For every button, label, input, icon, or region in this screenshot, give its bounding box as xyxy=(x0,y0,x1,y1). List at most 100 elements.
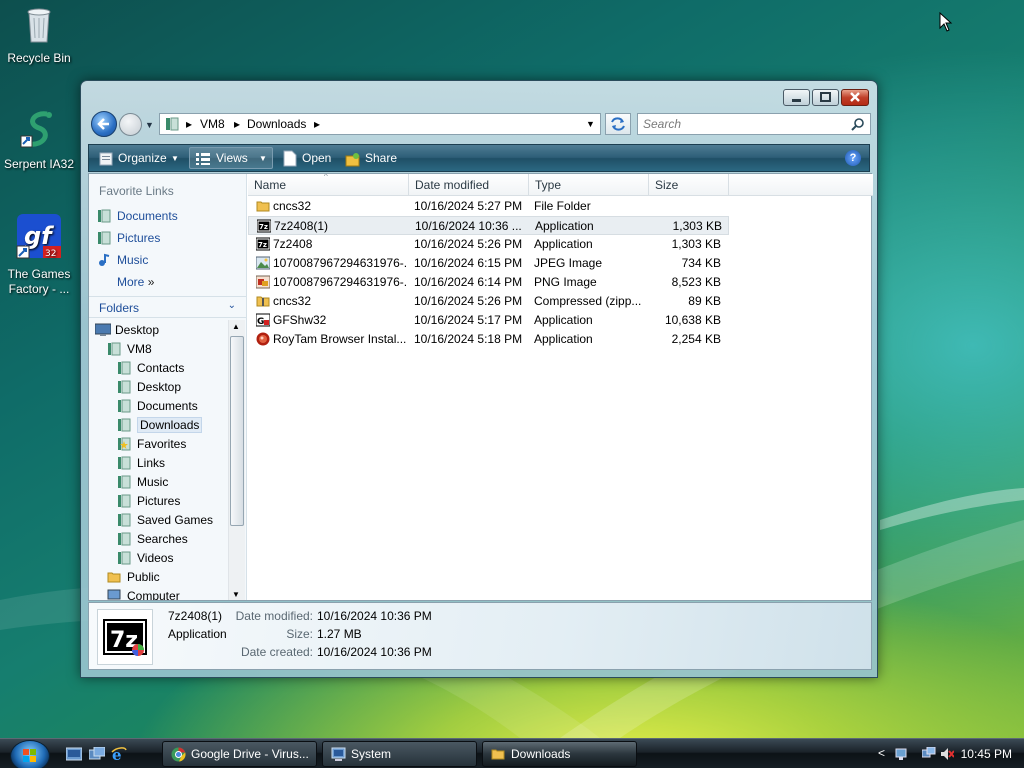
open-button[interactable]: Open xyxy=(302,151,331,165)
views-button[interactable]: Views xyxy=(216,151,248,165)
folder-icon xyxy=(117,399,131,413)
folder-tree-item[interactable]: VM8 xyxy=(107,340,152,359)
taskbar-button[interactable]: Downloads xyxy=(482,741,637,767)
mouse-cursor-icon xyxy=(939,12,953,32)
file-row[interactable]: cncs32 10/16/2024 5:27 PM File Folder xyxy=(248,197,729,216)
taskbar-button[interactable]: System xyxy=(322,741,477,767)
folder-tree-item[interactable]: Desktop xyxy=(94,321,159,340)
scroll-up-icon[interactable]: ▲ xyxy=(232,322,240,331)
folder-icon xyxy=(107,589,121,600)
folder-tree-item[interactable]: Links xyxy=(117,454,165,473)
folder-tree-label: Videos xyxy=(137,551,174,565)
file-name: 7z2408 xyxy=(273,237,313,251)
svg-text:32: 32 xyxy=(45,249,56,259)
views-dropdown-icon[interactable]: ▼ xyxy=(259,154,267,163)
folder-tree-item[interactable]: Saved Games xyxy=(117,511,213,530)
folder-tree-item[interactable]: Downloads xyxy=(117,416,203,435)
folders-header[interactable]: Folders ⌄ xyxy=(89,296,246,318)
column-header-type[interactable]: Type xyxy=(529,174,649,196)
taskbar-button-label: Downloads xyxy=(511,747,571,761)
file-date: 10/16/2024 5:18 PM xyxy=(414,332,523,346)
desktop-icon-serpent[interactable]: Serpent IA32 xyxy=(1,110,77,172)
close-button[interactable] xyxy=(841,89,869,106)
start-button[interactable] xyxy=(10,740,50,768)
column-header-filler xyxy=(729,174,873,196)
size-value: 1.27 MB xyxy=(317,627,362,641)
refresh-icon xyxy=(611,117,625,131)
organize-icon xyxy=(99,152,113,166)
file-row[interactable]: 7z 7z2408 10/16/2024 5:26 PM Application 1,3… xyxy=(248,235,729,254)
file-row[interactable]: 7z 7z2408(1) 10/16/2024 10:36 ... Applicati… xyxy=(248,216,729,235)
organize-button[interactable]: Organize xyxy=(118,151,167,165)
folder-icon xyxy=(117,532,131,546)
address-dropdown-icon[interactable]: ▼ xyxy=(586,119,595,129)
scroll-down-icon[interactable]: ▼ xyxy=(232,590,240,599)
folder-icon xyxy=(491,747,506,762)
folder-tree-label: Public xyxy=(127,570,160,584)
minimize-button[interactable] xyxy=(783,89,810,106)
column-header-size[interactable]: Size xyxy=(649,174,729,196)
forward-button[interactable] xyxy=(119,113,142,136)
file-date: 10/16/2024 5:17 PM xyxy=(414,313,523,327)
scrollbar-thumb[interactable] xyxy=(230,336,244,526)
system-clock[interactable]: 10:45 PM xyxy=(961,747,1012,761)
address-bar[interactable]: ▸ VM8 ▸ Downloads ▸ ▼ xyxy=(159,113,601,135)
search-input[interactable]: Search xyxy=(637,113,871,135)
favorite-link-label: Pictures xyxy=(117,231,161,245)
folder-tree-label: Contacts xyxy=(137,361,185,375)
serpent-icon xyxy=(20,111,52,148)
system-icon xyxy=(331,747,346,762)
favorite-link-pictures[interactable]: Pictures xyxy=(97,229,160,247)
folder-icon xyxy=(107,342,121,356)
windows-logo-icon xyxy=(23,749,36,762)
desktop-icon-games-factory[interactable]: gf 32 The Games Factory - ... xyxy=(1,212,77,297)
connection-tray-icon[interactable] xyxy=(922,747,936,761)
folder-tree-item[interactable]: Documents xyxy=(117,397,198,416)
file-row[interactable]: 1070087967294631976-... 10/16/2024 6:15 P… xyxy=(248,254,729,273)
jpeg-icon xyxy=(256,256,271,270)
folder-tree-item[interactable]: Contacts xyxy=(117,359,184,378)
favorite-link-music[interactable]: Music xyxy=(97,251,148,269)
gf-app-icon: G xyxy=(256,313,271,327)
volume-muted-icon[interactable] xyxy=(940,747,954,761)
breadcrumb-downloads[interactable]: Downloads xyxy=(247,117,306,131)
folder-tree-scrollbar[interactable]: ▲ ▼ xyxy=(228,320,245,600)
folder-tree-item[interactable]: Desktop xyxy=(117,378,181,397)
folder-tree-item[interactable]: Computer xyxy=(107,587,180,600)
file-row[interactable]: 1070087967294631976-... 10/16/2024 6:14 P… xyxy=(248,273,729,292)
back-button[interactable] xyxy=(91,111,117,137)
search-placeholder: Search xyxy=(643,117,682,131)
file-row[interactable]: G GFShw32 10/16/2024 5:17 PM Application 10,… xyxy=(248,311,729,330)
search-icon[interactable] xyxy=(851,117,865,131)
file-row[interactable]: cncs32 10/16/2024 5:26 PM Compressed (zipp… xyxy=(248,292,729,311)
refresh-button[interactable] xyxy=(605,113,631,135)
desktop-icon-recycle-bin[interactable]: Recycle Bin xyxy=(1,4,77,66)
folder-tree-item[interactable]: Pictures xyxy=(117,492,180,511)
column-header-label: Name xyxy=(254,178,287,192)
help-icon[interactable]: ? xyxy=(845,150,861,166)
folder-tree-item[interactable]: Favorites xyxy=(117,435,186,454)
chevron-down-icon[interactable]: ▼ xyxy=(171,154,179,163)
file-size: 1,303 KB xyxy=(671,237,721,251)
folder-tree-item[interactable]: Music xyxy=(117,473,168,492)
more-links-button[interactable]: More » xyxy=(117,273,154,291)
show-hidden-icons-button[interactable]: < xyxy=(878,746,885,760)
taskbar-button[interactable]: Google Drive - Virus... xyxy=(162,741,317,767)
file-size: 734 KB xyxy=(681,256,721,270)
switch-windows-icon[interactable] xyxy=(89,747,105,761)
internet-explorer-icon[interactable]: e xyxy=(111,747,127,761)
folder-tree-item[interactable]: Videos xyxy=(117,549,173,568)
favorite-link-documents[interactable]: Documents xyxy=(97,207,178,225)
column-header-name[interactable]: Name ^ xyxy=(248,174,409,196)
column-header-date[interactable]: Date modified xyxy=(409,174,529,196)
show-desktop-icon[interactable] xyxy=(66,747,82,761)
file-row[interactable]: RoyTam Browser Instal... 10/16/2024 5:18 … xyxy=(248,330,729,349)
folder-tree-item[interactable]: Searches xyxy=(117,530,188,549)
network-tray-icon[interactable] xyxy=(894,747,908,761)
folder-icon xyxy=(117,513,131,527)
maximize-button[interactable] xyxy=(812,89,839,106)
folder-tree-item[interactable]: Public xyxy=(107,568,160,587)
breadcrumb-vm8[interactable]: VM8 xyxy=(200,117,225,131)
share-button[interactable]: Share xyxy=(365,151,397,165)
recent-pages-dropdown[interactable]: ▼ xyxy=(145,120,154,130)
